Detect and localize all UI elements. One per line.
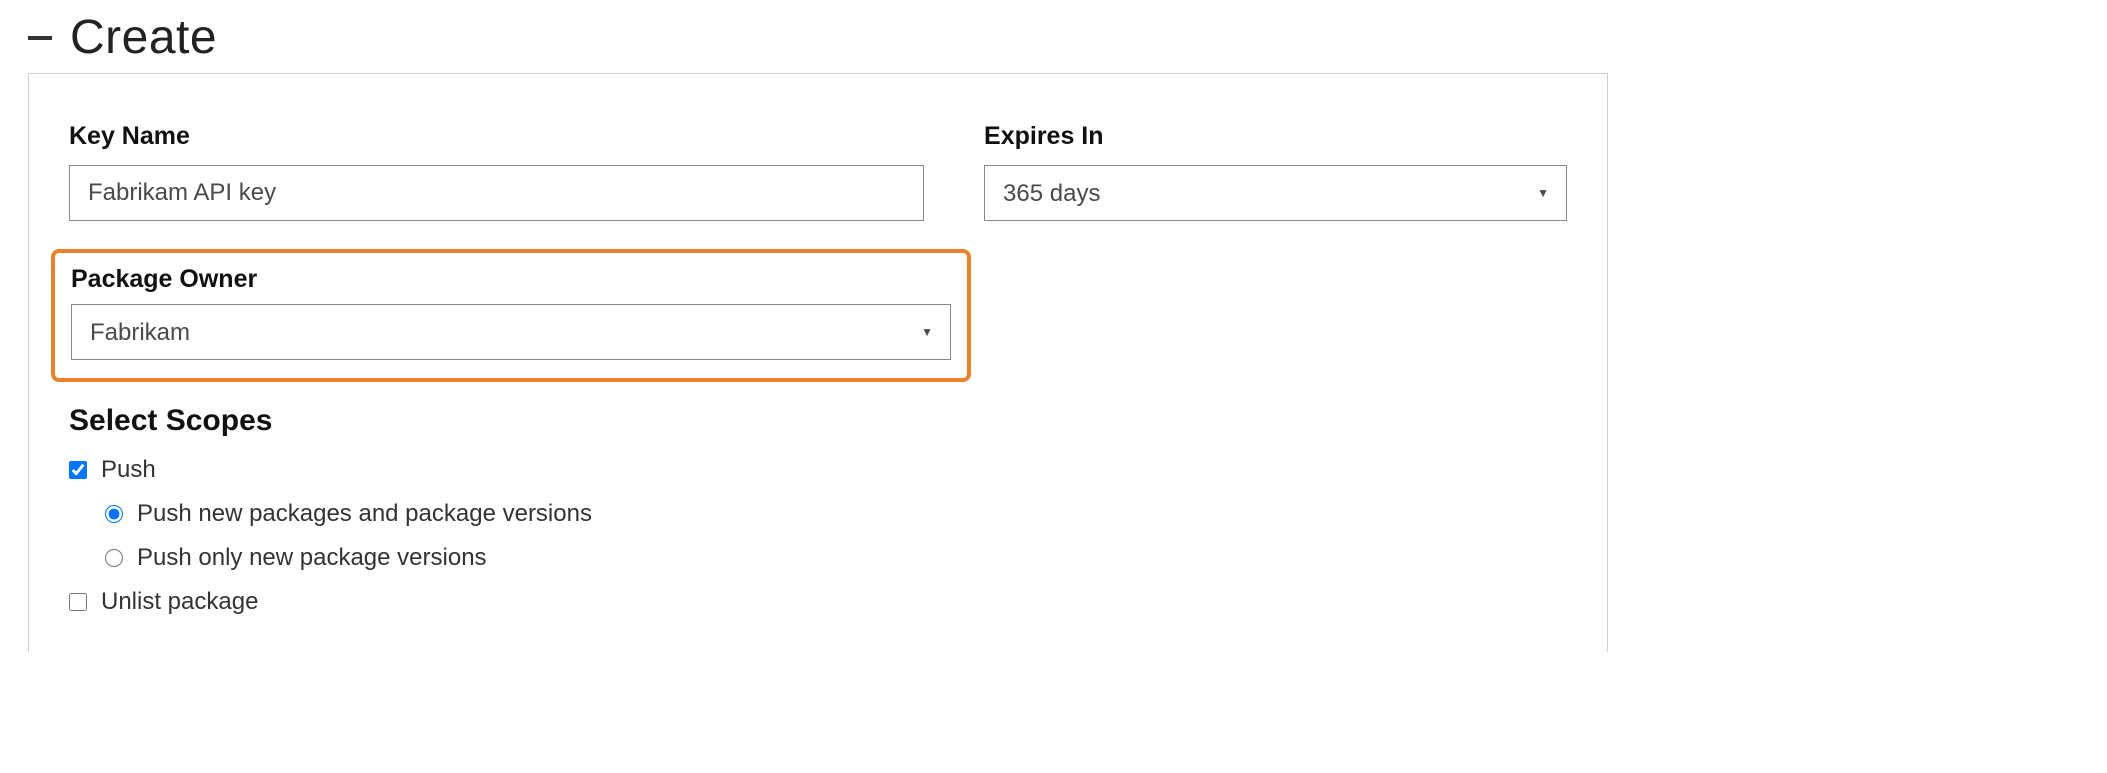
package-owner-highlight: Package Owner Fabrikam [51, 249, 971, 382]
push-label: Push [101, 456, 156, 484]
label-key-name: Key Name [69, 122, 924, 151]
push-new-radio[interactable] [105, 505, 123, 523]
push-versions-label: Push only new package versions [137, 544, 487, 572]
push-checkbox[interactable] [69, 461, 87, 479]
collapse-icon[interactable] [28, 36, 52, 40]
section-header: Create [28, 0, 2079, 73]
push-versions-radio[interactable] [105, 549, 123, 567]
label-expires-in: Expires In [984, 122, 1567, 151]
scope-push-option-versions: Push only new package versions [105, 544, 1567, 572]
field-key-name: Key Name [69, 122, 924, 221]
scopes-title: Select Scopes [69, 404, 1567, 438]
expires-select[interactable]: 365 days [984, 165, 1567, 221]
package-owner-select[interactable]: Fabrikam [71, 304, 951, 360]
scope-push-option-new: Push new packages and package versions [105, 500, 1567, 528]
section-title: Create [70, 10, 217, 65]
key-name-input[interactable] [69, 165, 924, 221]
unlist-checkbox[interactable] [69, 593, 87, 611]
create-panel: Key Name Expires In 365 days Package Own… [28, 73, 1608, 652]
label-package-owner: Package Owner [71, 265, 951, 294]
scope-push: Push [69, 456, 1567, 484]
expires-select-wrap: 365 days [984, 165, 1567, 221]
unlist-label: Unlist package [101, 588, 258, 616]
field-expires-in: Expires In 365 days [984, 122, 1567, 221]
form-row-top: Key Name Expires In 365 days [69, 122, 1567, 221]
package-owner-select-wrap: Fabrikam [71, 304, 951, 360]
push-new-label: Push new packages and package versions [137, 500, 592, 528]
scope-unlist: Unlist package [69, 588, 1567, 616]
